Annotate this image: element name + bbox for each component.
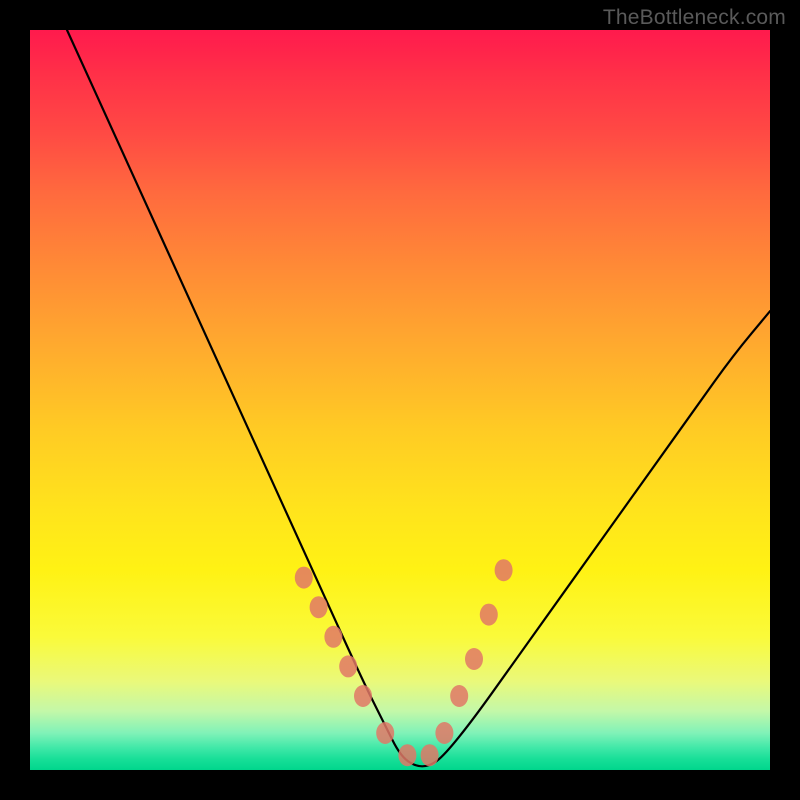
chart-frame: TheBottleneck.com — [0, 0, 800, 800]
marker-dot — [435, 722, 453, 744]
watermark-text: TheBottleneck.com — [603, 6, 786, 30]
marker-dot — [339, 655, 357, 677]
marker-dot — [295, 567, 313, 589]
marker-dot — [495, 559, 513, 581]
marker-dot — [376, 722, 394, 744]
marker-dot — [465, 648, 483, 670]
marker-dot — [310, 596, 328, 618]
highlight-markers — [295, 559, 513, 766]
chart-svg — [30, 30, 770, 770]
plot-area — [30, 30, 770, 770]
marker-dot — [421, 744, 439, 766]
marker-dot — [450, 685, 468, 707]
marker-dot — [324, 626, 342, 648]
curve-group — [67, 30, 770, 766]
marker-dot — [480, 604, 498, 626]
bottleneck-curve — [67, 30, 770, 766]
marker-dot — [354, 685, 372, 707]
marker-dot — [398, 744, 416, 766]
